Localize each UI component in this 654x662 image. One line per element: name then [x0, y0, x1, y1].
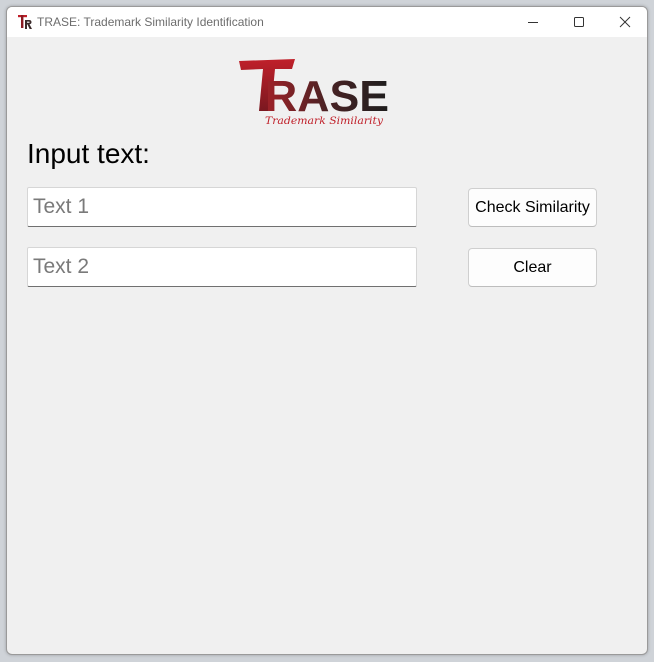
window-title: TRASE: Trademark Similarity Identificati… [37, 15, 264, 29]
text1-input[interactable] [27, 187, 417, 227]
input-text-label: Input text: [27, 138, 150, 169]
close-button[interactable] [602, 7, 647, 37]
close-icon [619, 16, 631, 28]
trase-logo: RASE Trademark Similarity [239, 59, 389, 127]
check-similarity-button[interactable]: Check Similarity [468, 188, 597, 227]
title-bar[interactable]: TRASE: Trademark Similarity Identificati… [7, 7, 647, 37]
maximize-icon [574, 17, 584, 27]
logo-tagline: Trademark Similarity [265, 115, 384, 127]
app-window: TRASE: Trademark Similarity Identificati… [6, 6, 648, 655]
clear-button[interactable]: Clear [468, 248, 597, 287]
trase-app-icon [18, 15, 32, 29]
minimize-button[interactable] [510, 7, 556, 37]
minimize-icon [528, 22, 538, 23]
text2-input[interactable] [27, 247, 417, 287]
svg-text:RASE: RASE [265, 72, 389, 121]
maximize-button[interactable] [556, 7, 602, 37]
